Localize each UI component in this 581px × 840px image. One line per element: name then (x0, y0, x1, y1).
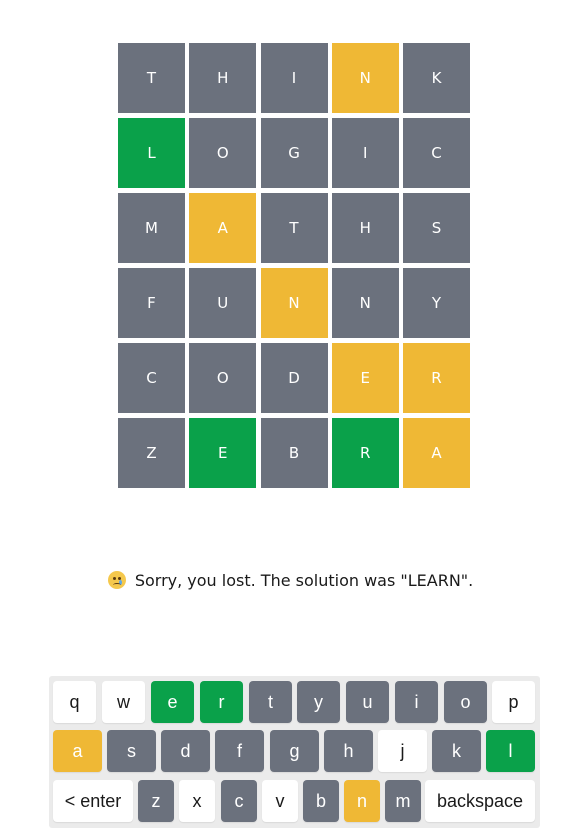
board-tile: H (189, 43, 257, 113)
board-tile: A (403, 418, 470, 488)
board-tile: N (260, 268, 328, 338)
board-tile: T (260, 193, 328, 263)
key-j[interactable]: j (378, 730, 427, 772)
key-u[interactable]: u (346, 681, 389, 723)
board-tile: O (189, 343, 257, 413)
key-i[interactable]: i (395, 681, 438, 723)
key-d[interactable]: d (161, 730, 210, 772)
key-t[interactable]: t (249, 681, 292, 723)
key-b[interactable]: b (303, 780, 339, 822)
board-tile: Z (118, 418, 185, 488)
key-g[interactable]: g (270, 730, 319, 772)
key-e[interactable]: e (151, 681, 194, 723)
board-tile: E (331, 343, 399, 413)
result-message: Sorry, you lost. The solution was "LEARN… (0, 571, 581, 590)
board-tile: L (118, 118, 185, 188)
board-tile: M (118, 193, 185, 263)
board-tile: R (331, 418, 399, 488)
key-f[interactable]: f (215, 730, 264, 772)
board-tile: N (331, 268, 399, 338)
board-tile: T (118, 43, 185, 113)
key-r[interactable]: r (200, 681, 243, 723)
board-tile: I (331, 118, 399, 188)
key-a[interactable]: a (53, 730, 102, 772)
key-h[interactable]: h (324, 730, 373, 772)
enter-key[interactable]: < enter (53, 780, 133, 822)
board-tile: A (189, 193, 257, 263)
key-x[interactable]: x (179, 780, 215, 822)
key-k[interactable]: k (432, 730, 481, 772)
key-n[interactable]: n (344, 780, 380, 822)
board-tile: F (118, 268, 185, 338)
crying-face-icon (107, 571, 126, 589)
key-p[interactable]: p (492, 681, 535, 723)
board-tile: O (189, 118, 257, 188)
board-tile: H (331, 193, 399, 263)
board-tile: C (403, 118, 470, 188)
board-tile: Y (403, 268, 470, 338)
board-tile: K (403, 43, 470, 113)
on-screen-keyboard: q w e r t y u i o p a s d f g h j k l < enter z x c v b n m backspa… (49, 676, 540, 828)
game-board: THINKLOGICMATHSFUNNYCODERZEBRA (118, 43, 470, 488)
board-tile: D (260, 343, 328, 413)
key-s[interactable]: s (107, 730, 156, 772)
key-y[interactable]: y (297, 681, 340, 723)
board-tile: C (118, 343, 185, 413)
backspace-key[interactable]: backspace (425, 780, 535, 822)
board-tile: U (189, 268, 257, 338)
board-tile: E (189, 418, 257, 488)
key-l[interactable]: l (486, 730, 535, 772)
key-c[interactable]: c (221, 780, 257, 822)
board-tile: I (260, 43, 328, 113)
board-tile: G (260, 118, 328, 188)
key-q[interactable]: q (53, 681, 96, 723)
board-tile: R (403, 343, 470, 413)
key-m[interactable]: m (385, 780, 421, 822)
key-v[interactable]: v (262, 780, 298, 822)
key-w[interactable]: w (102, 681, 145, 723)
key-o[interactable]: o (444, 681, 487, 723)
result-message-text: Sorry, you lost. The solution was "LEARN… (134, 571, 474, 590)
board-tile: N (331, 43, 399, 113)
board-tile: B (260, 418, 328, 488)
key-z[interactable]: z (138, 780, 174, 822)
board-tile: S (403, 193, 470, 263)
